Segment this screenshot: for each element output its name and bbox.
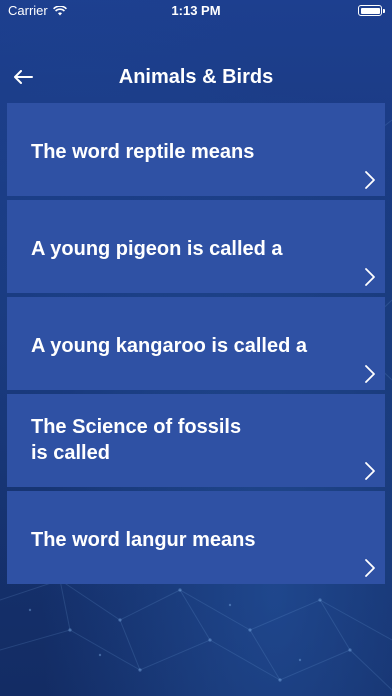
question-text: A young kangaroo is called a — [31, 335, 307, 357]
question-card[interactable]: The word langur means — [7, 491, 385, 584]
chevron-right-icon — [365, 462, 375, 480]
question-text: The Science of fossils is called — [31, 416, 242, 464]
question-card[interactable]: The word reptile means — [7, 103, 385, 196]
status-time: 1:13 PM — [171, 3, 221, 18]
chevron-right-icon — [365, 268, 375, 286]
nav-bar: Animals & Birds — [0, 22, 392, 100]
battery-icon — [358, 5, 385, 16]
question-card[interactable]: A young pigeon is called a — [7, 200, 385, 293]
chevron-right-icon — [365, 365, 375, 383]
question-card[interactable]: A young kangaroo is called a — [7, 297, 385, 390]
question-list: The word reptile means A young pigeon is… — [7, 103, 385, 588]
chevron-right-icon — [365, 171, 375, 189]
status-bar: Carrier 1:13 PM — [0, 0, 392, 22]
question-text: A young pigeon is called a — [31, 238, 283, 260]
question-card[interactable]: The Science of fossils is called — [7, 394, 385, 487]
page-title: Animals & Birds — [118, 66, 274, 88]
question-text: The word reptile means — [31, 141, 255, 163]
chevron-right-icon — [365, 559, 375, 577]
question-text: The word langur means — [31, 529, 256, 551]
